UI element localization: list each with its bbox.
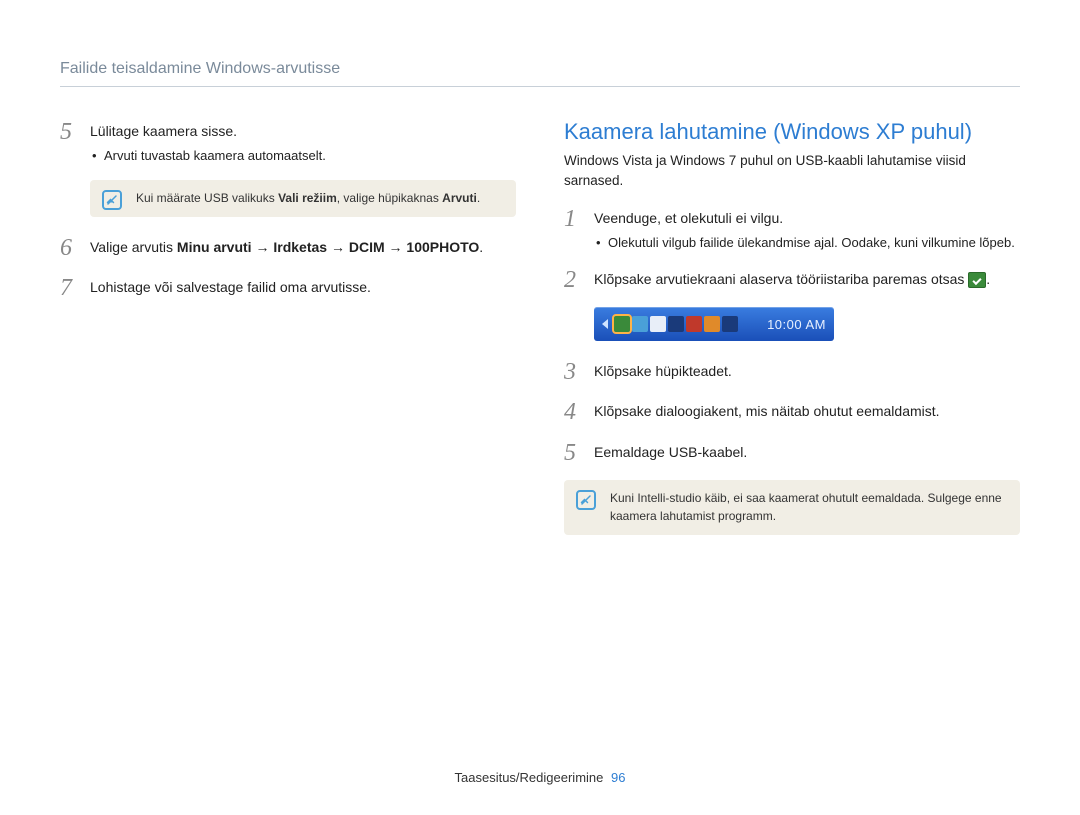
path-my-computer: Minu arvuti	[177, 239, 252, 255]
note-text-pre: Kui määrate USB valikuks	[136, 191, 278, 205]
step-7: 7 Lohistage või salvestage failid oma ar…	[60, 275, 516, 301]
step-r4: 4 Klõpsake dialoogiakent, mis näitab ohu…	[564, 399, 1020, 425]
arrow: →	[327, 239, 349, 255]
footer-section: Taasesitus/Redigeerimine	[455, 770, 604, 785]
step-number: 3	[564, 359, 594, 385]
footer-page-number: 96	[611, 770, 625, 785]
step-number: 6	[60, 235, 90, 261]
step-number: 2	[564, 267, 594, 293]
safely-remove-icon	[968, 272, 986, 288]
step-body: Lülitage kaamera sisse. Arvuti tuvastab …	[90, 119, 516, 166]
path-removable: Irdketas	[273, 239, 327, 255]
note-bold-2: Arvuti	[442, 191, 477, 205]
step-5: 5 Lülitage kaamera sisse. Arvuti tuvasta…	[60, 119, 516, 166]
step-sub: Arvuti tuvastab kaamera automaatselt.	[90, 146, 516, 166]
note-icon	[576, 490, 596, 510]
note-text-mid: , valige hüpikaknas	[337, 191, 442, 205]
note-box-left: Kui määrate USB valikuks Vali režiim, va…	[90, 180, 516, 217]
step-text-b: .	[986, 271, 990, 287]
step-number: 5	[564, 440, 594, 466]
step-sub: Olekutuli vilgub failide ülekandmise aja…	[594, 233, 1020, 253]
page-header: Failide teisaldamine Windows-arvutisse	[60, 60, 1020, 87]
left-column: 5 Lülitage kaamera sisse. Arvuti tuvasta…	[60, 119, 516, 553]
step-body: Veenduge, et olekutuli ei vilgu. Olekutu…	[594, 206, 1020, 253]
step-body: Lohistage või salvestage failid oma arvu…	[90, 275, 516, 301]
step-text: Eemaldage USB-kaabel.	[594, 440, 1020, 466]
step-number: 5	[60, 119, 90, 166]
step-r3: 3 Klõpsake hüpikteadet.	[564, 359, 1020, 385]
path-dcim: DCIM	[349, 239, 385, 255]
note-text-post: .	[477, 191, 480, 205]
windows-taskbar: 10:00 AM	[594, 307, 834, 341]
step-prefix: Valige arvutis	[90, 239, 177, 255]
section-intro: Windows Vista ja Windows 7 puhul on USB-…	[564, 151, 1020, 190]
note-bold-1: Vali režiim	[278, 191, 337, 205]
step-r2: 2 Klõpsake arvutiekraani alaserva töörii…	[564, 267, 1020, 293]
tray-icons	[614, 316, 738, 332]
step-suffix: .	[479, 239, 483, 255]
section-title: Kaamera lahutamine (Windows XP puhul)	[564, 119, 1020, 145]
tray-expand-icon	[602, 319, 608, 329]
step-text: Veenduge, et olekutuli ei vilgu.	[594, 210, 783, 226]
arrow: →	[252, 239, 274, 255]
step-text: Lülitage kaamera sisse.	[90, 123, 237, 139]
step-number: 1	[564, 206, 594, 253]
path-100photo: 100PHOTO	[406, 239, 479, 255]
taskbar-clock: 10:00 AM	[767, 317, 826, 332]
tray-volume-icon	[686, 316, 702, 332]
step-number: 4	[564, 399, 594, 425]
right-column: Kaamera lahutamine (Windows XP puhul) Wi…	[564, 119, 1020, 553]
step-body: Valige arvutis Minu arvuti → Irdketas → …	[90, 235, 516, 261]
tray-icon	[650, 316, 666, 332]
note-icon	[102, 190, 122, 210]
note-box-right: Kuni Intelli-studio käib, ei saa kaamera…	[564, 480, 1020, 535]
page-footer: Taasesitus/Redigeerimine 96	[0, 770, 1080, 785]
step-number: 7	[60, 275, 90, 301]
header-title: Failide teisaldamine Windows-arvutisse	[60, 60, 340, 77]
note-text: Kuni Intelli-studio käib, ei saa kaamera…	[610, 491, 1002, 522]
step-r1: 1 Veenduge, et olekutuli ei vilgu. Oleku…	[564, 206, 1020, 253]
step-text-a: Klõpsake arvutiekraani alaserva tööriist…	[594, 271, 968, 287]
step-r5: 5 Eemaldage USB-kaabel.	[564, 440, 1020, 466]
arrow: →	[385, 239, 407, 255]
tray-icon	[668, 316, 684, 332]
tray-icon	[722, 316, 738, 332]
step-text: Klõpsake hüpikteadet.	[594, 359, 1020, 385]
tray-icon	[704, 316, 720, 332]
step-6: 6 Valige arvutis Minu arvuti → Irdketas …	[60, 235, 516, 261]
step-body: Klõpsake arvutiekraani alaserva tööriist…	[594, 267, 1020, 293]
step-text: Klõpsake dialoogiakent, mis näitab ohutu…	[594, 399, 1020, 425]
tray-safely-remove-icon	[614, 316, 630, 332]
content-columns: 5 Lülitage kaamera sisse. Arvuti tuvasta…	[60, 119, 1020, 553]
tray-icon	[632, 316, 648, 332]
step-text: Lohistage või salvestage failid oma arvu…	[90, 279, 371, 295]
